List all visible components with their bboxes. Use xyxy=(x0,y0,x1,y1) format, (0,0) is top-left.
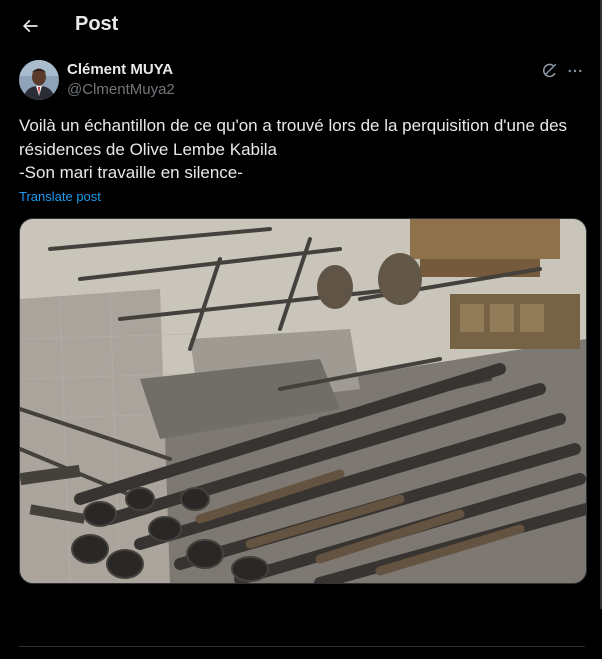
weapons-photo-image xyxy=(20,219,586,583)
post-media-photo[interactable] xyxy=(19,218,587,584)
post-text-line: -Son mari travaille en silence- xyxy=(19,163,243,182)
author-avatar[interactable] xyxy=(19,60,59,100)
author-handle[interactable]: @ClmentMuya2 xyxy=(67,81,175,98)
post-text-line: résidences de Olive Lembe Kabila xyxy=(19,139,277,159)
divider xyxy=(19,646,585,659)
more-options-button[interactable] xyxy=(563,59,587,83)
translate-post-link[interactable]: Translate post xyxy=(19,189,101,204)
more-horizontal-icon xyxy=(568,69,582,73)
post-header: Post xyxy=(0,0,602,52)
grok-icon xyxy=(543,63,557,78)
back-button[interactable] xyxy=(14,10,46,42)
arrow-left-icon xyxy=(22,19,38,33)
post-text-line: Voilà un échantillon de ce qu'on a trouv… xyxy=(19,116,568,135)
page-title: Post xyxy=(75,13,119,35)
user-avatar-image xyxy=(19,60,59,100)
post-text: Voilà un échantillon de ce qu'on a trouv… xyxy=(19,114,589,185)
author-name[interactable]: Clément MUYA xyxy=(67,61,173,78)
grok-button[interactable] xyxy=(537,59,561,83)
